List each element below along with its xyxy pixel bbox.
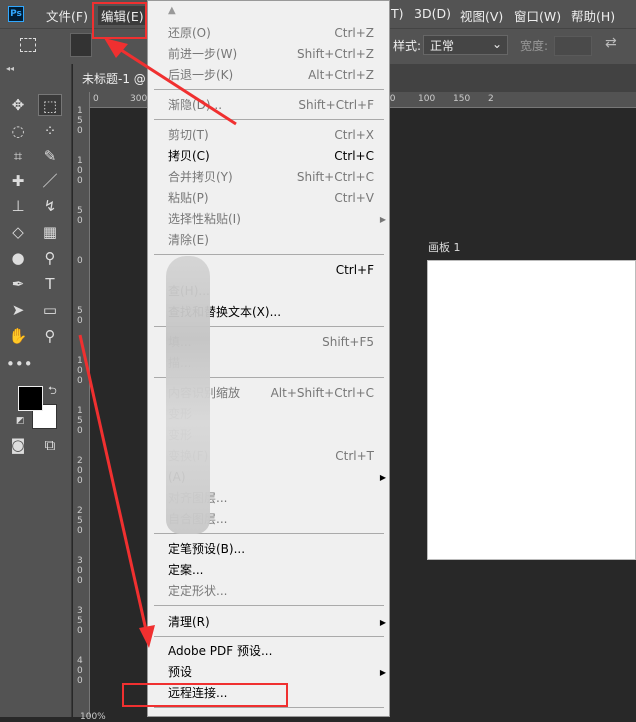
annotation-arrows — [78, 38, 237, 648]
arrowhead-icon — [104, 38, 128, 58]
arrowhead-icon — [139, 625, 155, 648]
arrow-to-edit-menu — [117, 46, 237, 126]
arrow-to-remote-connect — [78, 334, 148, 631]
